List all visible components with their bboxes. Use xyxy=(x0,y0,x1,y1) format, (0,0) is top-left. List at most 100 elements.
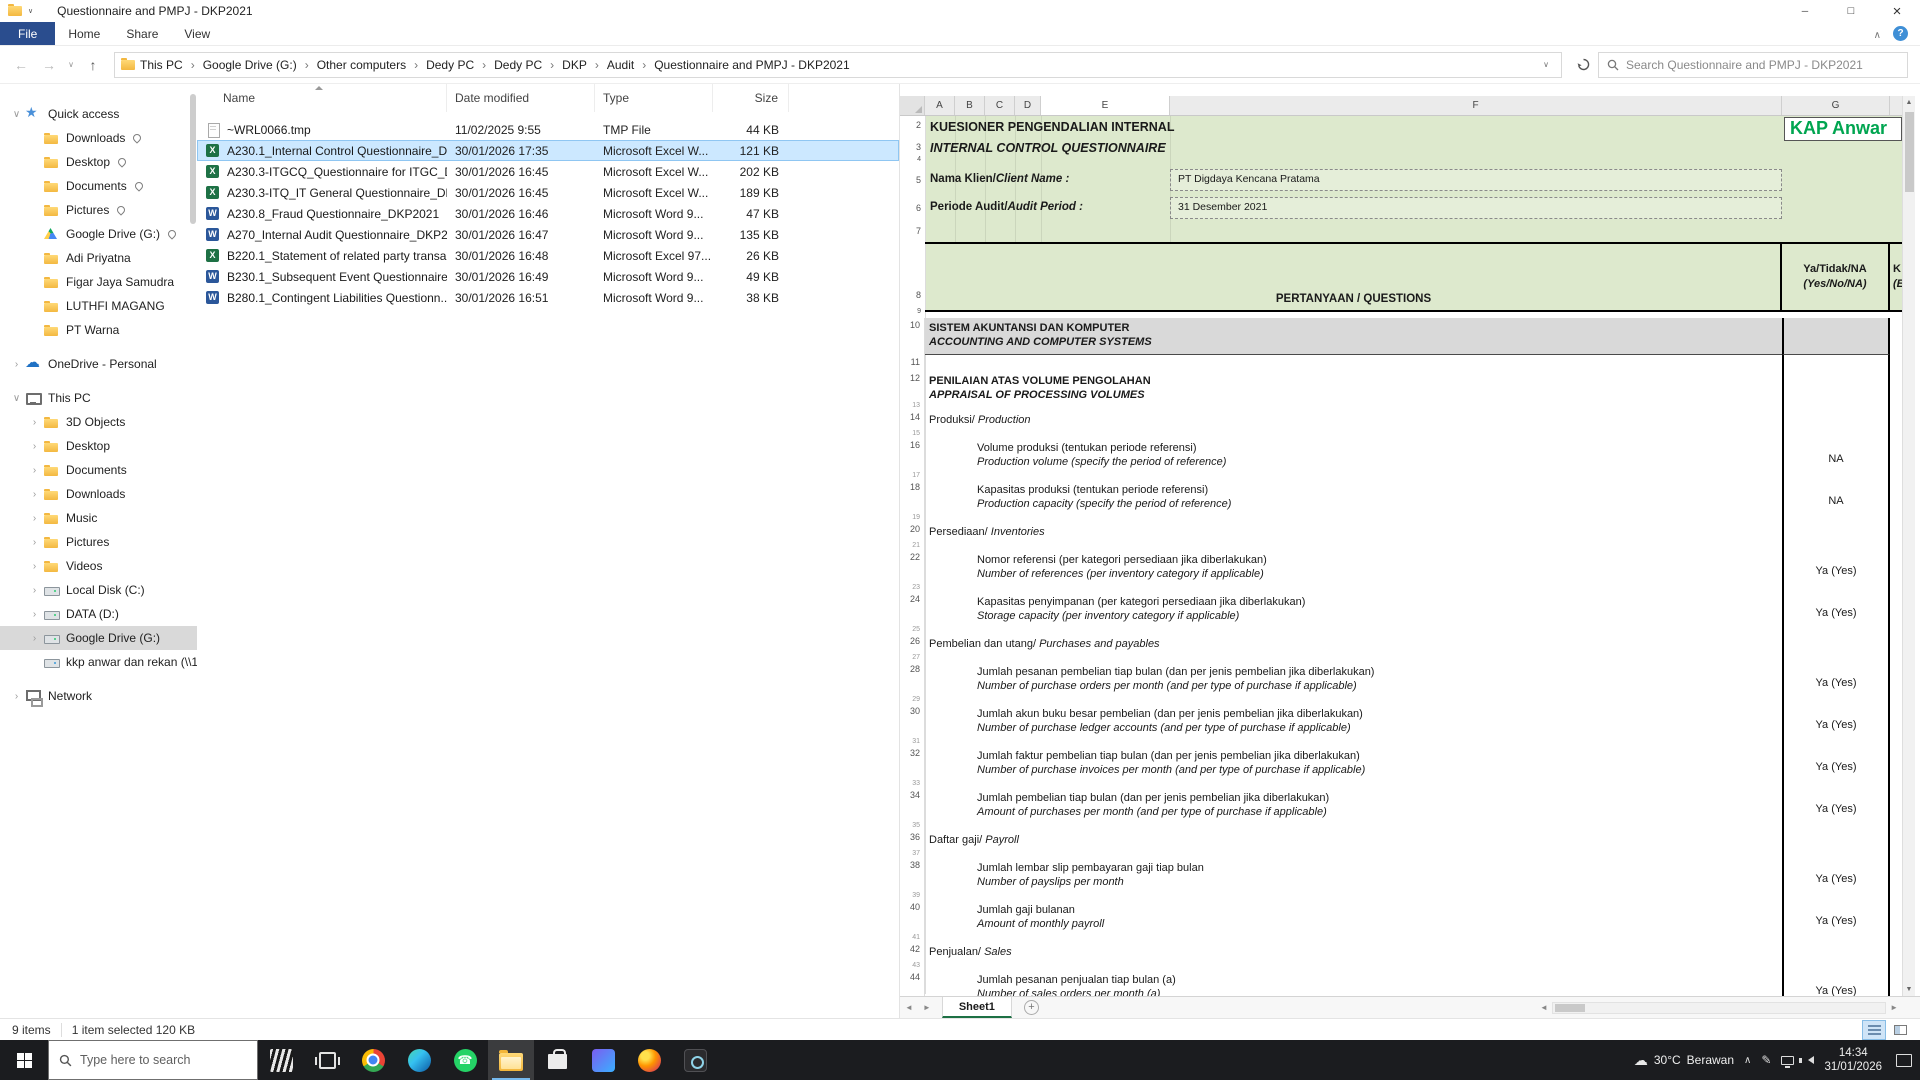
microsoft-store-app[interactable] xyxy=(534,1040,580,1080)
breadcrumb-item[interactable]: › DKP xyxy=(547,58,592,72)
add-sheet-icon[interactable] xyxy=(1024,1000,1039,1015)
action-center-icon[interactable] xyxy=(1896,1054,1912,1067)
pen-tray-icon[interactable] xyxy=(1761,1053,1771,1067)
sidebar-item[interactable]: Pictures xyxy=(0,198,197,222)
sidebar-item[interactable]: › Videos xyxy=(0,554,197,578)
expander-chevron-icon[interactable]: › xyxy=(26,537,43,548)
breadcrumb-label[interactable]: Other computers xyxy=(312,58,411,72)
preview-horizontal-scrollbar[interactable] xyxy=(1536,997,1902,1018)
show-hidden-icons-chevron[interactable] xyxy=(1744,1055,1751,1066)
horizontal-scroll-track[interactable] xyxy=(1552,1002,1886,1014)
address-field[interactable]: › This PC › Google Drive (G:) › Other co… xyxy=(114,52,1562,78)
forward-button[interactable] xyxy=(36,52,62,78)
column-header-name[interactable]: Name xyxy=(197,84,447,112)
expander-chevron-icon[interactable]: › xyxy=(26,633,43,644)
sidebar-item[interactable]: › Desktop xyxy=(0,434,197,458)
breadcrumb-separator-icon[interactable]: › xyxy=(639,58,649,72)
file-row[interactable]: B230.1_Subsequent Event Questionnaire_..… xyxy=(197,266,899,287)
file-explorer-app[interactable] xyxy=(488,1040,534,1080)
quick-access-toolbar-arrow[interactable] xyxy=(28,7,33,15)
breadcrumb-separator-icon[interactable]: › xyxy=(592,58,602,72)
expander-chevron-icon[interactable]: › xyxy=(8,359,25,370)
address-dropdown-icon[interactable] xyxy=(1537,60,1555,69)
breadcrumb-separator-icon[interactable]: › xyxy=(547,58,557,72)
taskbar-search-input[interactable] xyxy=(80,1053,247,1067)
file-row[interactable]: A230.3-ITGCQ_Questionnaire for ITGC_DK..… xyxy=(197,161,899,182)
file-row[interactable]: A230.8_Fraud Questionnaire_DKP2021 30/01… xyxy=(197,203,899,224)
taskbar-search-box[interactable] xyxy=(48,1040,258,1080)
next-sheet-icon[interactable] xyxy=(918,1003,936,1012)
preview-vertical-scrollbar[interactable] xyxy=(1902,96,1915,996)
sidebar-item[interactable]: ∨ This PC xyxy=(0,386,197,410)
sidebar-item[interactable]: Downloads xyxy=(0,126,197,150)
expander-chevron-icon[interactable]: › xyxy=(26,417,43,428)
firefox-app[interactable] xyxy=(626,1040,672,1080)
sidebar-item[interactable]: Desktop xyxy=(0,150,197,174)
file-row[interactable]: A270_Internal Audit Questionnaire_DKP2..… xyxy=(197,224,899,245)
expander-chevron-icon[interactable]: ∨ xyxy=(8,109,25,120)
ribbon-collapse-chevron-icon[interactable] xyxy=(1874,27,1881,41)
breadcrumb-item[interactable]: › Dedy PC xyxy=(411,58,479,72)
breadcrumb-label[interactable]: Audit xyxy=(602,58,639,72)
breadcrumb-label[interactable]: Questionnaire and PMPJ - DKP2021 xyxy=(649,58,854,72)
recent-locations-dropdown-icon[interactable] xyxy=(64,60,78,69)
thumbnails-view-button[interactable] xyxy=(1888,1020,1912,1040)
column-header-modified[interactable]: Date modified xyxy=(447,84,595,112)
expander-chevron-icon[interactable]: › xyxy=(26,609,43,620)
edge-app[interactable] xyxy=(396,1040,442,1080)
chrome-app[interactable] xyxy=(350,1040,396,1080)
breadcrumb-separator-icon[interactable]: › xyxy=(479,58,489,72)
previous-sheet-icon[interactable] xyxy=(900,1003,918,1012)
breadcrumb-label[interactable]: Dedy PC xyxy=(421,58,479,72)
expander-chevron-icon[interactable]: › xyxy=(26,465,43,476)
zebra-photo-app[interactable] xyxy=(258,1040,304,1080)
sidebar-item[interactable]: ∨ Quick access xyxy=(0,102,197,126)
expander-chevron-icon[interactable]: › xyxy=(26,585,43,596)
minimize-button[interactable] xyxy=(1782,0,1828,22)
start-button[interactable] xyxy=(0,1040,48,1080)
help-icon[interactable] xyxy=(1893,26,1908,41)
clock[interactable]: 14:34 31/01/2026 xyxy=(1824,1046,1882,1074)
breadcrumb-separator-icon[interactable]: › xyxy=(411,58,421,72)
file-row[interactable]: B220.1_Statement of related party transa… xyxy=(197,245,899,266)
vertical-scroll-thumb[interactable] xyxy=(1905,112,1914,192)
sidebar-item[interactable]: Documents xyxy=(0,174,197,198)
whatsapp-app[interactable] xyxy=(442,1040,488,1080)
sidebar-item[interactable]: › Local Disk (C:) xyxy=(0,578,197,602)
sidebar-scrollbar[interactable] xyxy=(190,94,196,224)
close-button[interactable] xyxy=(1874,0,1920,22)
network-tray-icon[interactable] xyxy=(1781,1056,1794,1065)
sidebar-item[interactable]: › OneDrive - Personal xyxy=(0,352,197,376)
menu-tab[interactable]: View xyxy=(171,22,223,45)
maximize-button[interactable] xyxy=(1828,0,1874,22)
sidebar-item[interactable]: Adi Priyatna xyxy=(0,246,197,270)
task-view-button[interactable] xyxy=(304,1040,350,1080)
sidebar-item[interactable]: kkp anwar dan rekan (\\1 xyxy=(0,650,197,674)
refresh-button[interactable] xyxy=(1570,52,1596,78)
menu-tab[interactable]: Home xyxy=(55,22,113,45)
expander-chevron-icon[interactable]: › xyxy=(26,441,43,452)
details-view-button[interactable] xyxy=(1862,1020,1886,1040)
search-input[interactable] xyxy=(1626,58,1899,72)
breadcrumb-item[interactable]: › Google Drive (G:) xyxy=(188,58,302,72)
file-row[interactable]: A230.1_Internal Control Questionnaire_D.… xyxy=(197,140,899,161)
expander-chevron-icon[interactable]: ∨ xyxy=(8,393,25,404)
scroll-down-icon[interactable] xyxy=(1903,986,1915,993)
sheet-tab[interactable]: Sheet1 xyxy=(942,997,1012,1018)
breadcrumb-item[interactable]: › Dedy PC xyxy=(479,58,547,72)
sidebar-item[interactable]: › Downloads xyxy=(0,482,197,506)
sidebar-item[interactable]: PT Warna xyxy=(0,318,197,342)
breadcrumb-label[interactable]: This PC xyxy=(135,58,188,72)
breadcrumb-separator-icon[interactable]: › xyxy=(302,58,312,72)
sidebar-item[interactable]: LUTHFI MAGANG xyxy=(0,294,197,318)
breadcrumb-label[interactable]: Google Drive (G:) xyxy=(198,58,302,72)
volume-tray-icon[interactable] xyxy=(1808,1056,1814,1064)
breadcrumb-label[interactable]: Dedy PC xyxy=(489,58,547,72)
breadcrumb-item[interactable]: › Audit xyxy=(592,58,639,72)
expander-chevron-icon[interactable]: › xyxy=(26,561,43,572)
explorer-search-field[interactable] xyxy=(1598,52,1908,78)
breadcrumb-item[interactable]: › Questionnaire and PMPJ - DKP2021 xyxy=(639,58,854,72)
sidebar-item[interactable]: › DATA (D:) xyxy=(0,602,197,626)
sidebar-item[interactable]: › Music xyxy=(0,506,197,530)
breadcrumb-label[interactable]: DKP xyxy=(557,58,592,72)
